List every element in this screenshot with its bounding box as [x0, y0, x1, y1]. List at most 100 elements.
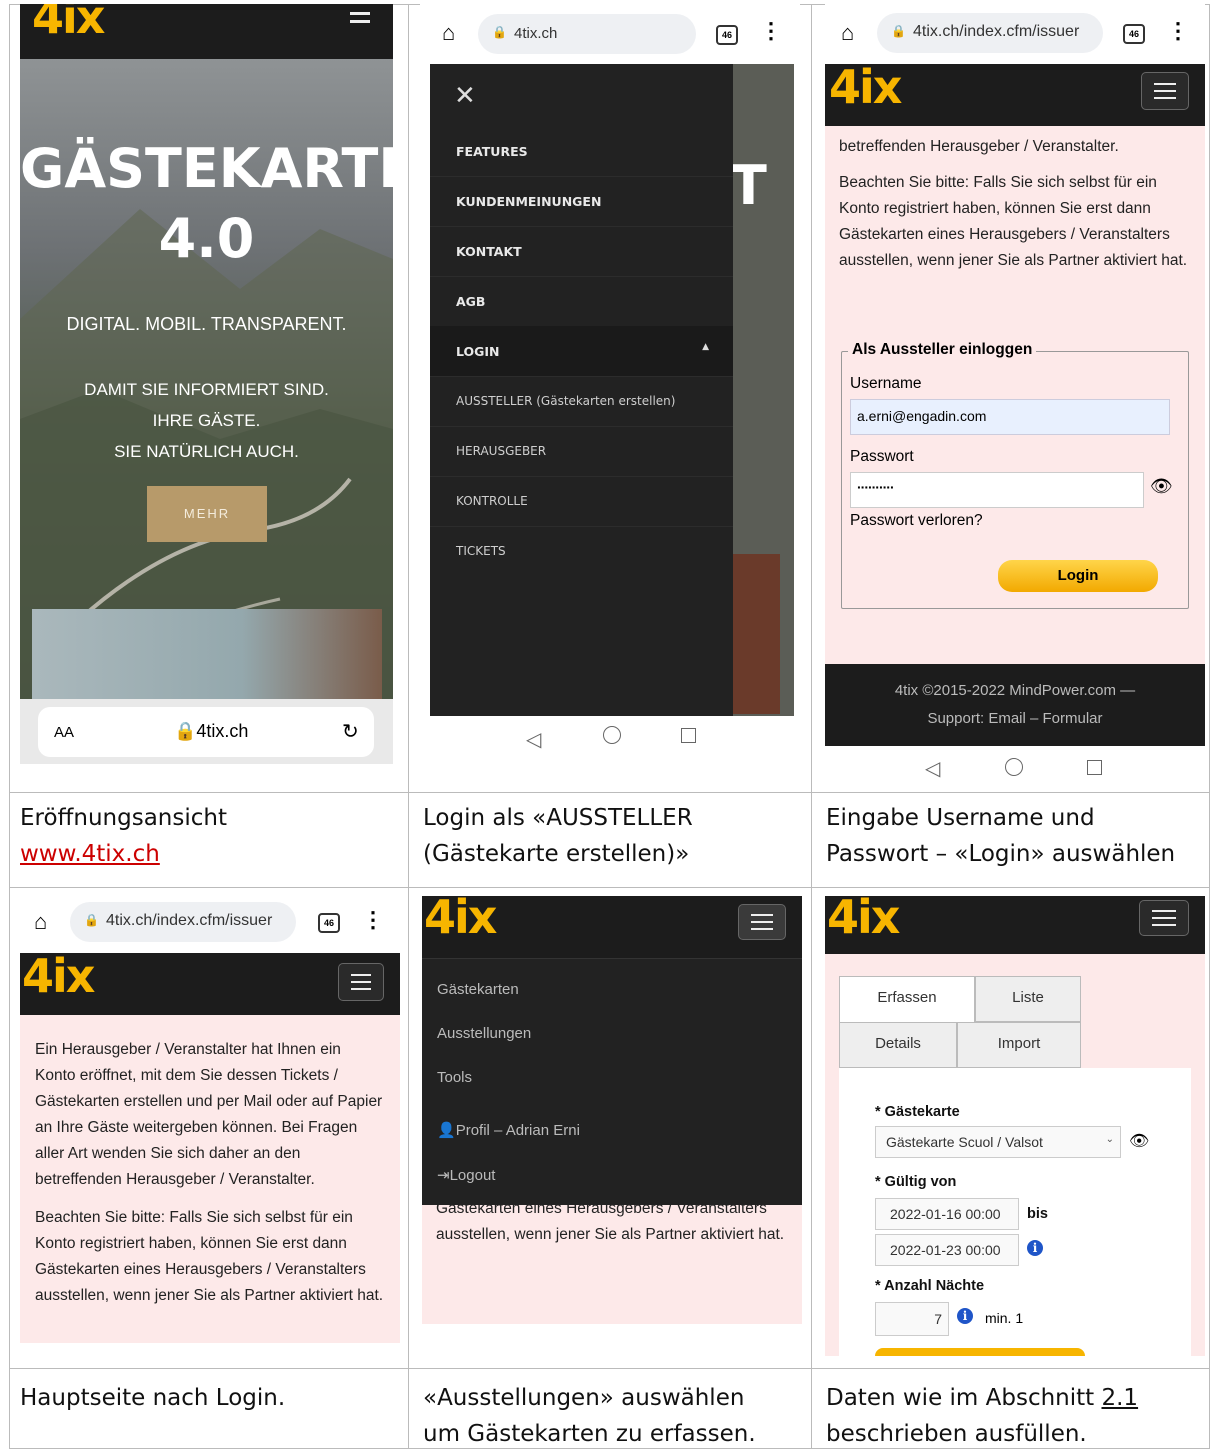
- info-icon[interactable]: i: [1027, 1240, 1043, 1256]
- tabs-count-icon[interactable]: 46: [716, 25, 738, 45]
- brand-logo[interactable]: 4ix: [424, 896, 497, 944]
- top-navbar: 4ix: [20, 4, 393, 59]
- home-icon[interactable]: ⌂: [442, 20, 455, 46]
- menu-item-features[interactable]: FEATURES: [430, 126, 733, 177]
- menu-item-ausstellungen[interactable]: Ausstellungen: [437, 1025, 531, 1042]
- password-input[interactable]: ··········: [850, 472, 1144, 508]
- valid-to-input[interactable]: 2022-01-23 00:00: [875, 1234, 1019, 1266]
- menu-item-profile[interactable]: 👤Profil – Adrian Erni: [437, 1121, 580, 1139]
- url-field[interactable]: 🔒 4tix.ch: [478, 14, 696, 54]
- top-navbar: 4ix: [20, 949, 400, 1015]
- menu-icon[interactable]: [350, 12, 370, 26]
- lock-icon: 🔒: [174, 721, 197, 741]
- row-divider: [9, 792, 1210, 793]
- menu-item-herausgeber[interactable]: HERAUSGEBER: [430, 426, 733, 477]
- username-input[interactable]: a.erni@engadin.com: [850, 399, 1170, 435]
- menu-item-aussteller[interactable]: AUSSTELLER (Gästekarten erstellen): [430, 376, 733, 427]
- menu-button[interactable]: [738, 904, 786, 940]
- gaestekarte-label: * Gästekarte: [875, 1104, 960, 1120]
- home-icon[interactable]: ⌂: [34, 909, 47, 935]
- login-fieldset: Als Aussteller einloggen Username a.erni…: [841, 341, 1189, 609]
- text-size-button[interactable]: AA: [54, 724, 74, 741]
- column-divider: [811, 4, 812, 1449]
- dropdown-menu: Gästekarten Ausstellungen Tools 👤Profil …: [422, 958, 802, 1205]
- chevron-up-icon: ▲: [702, 342, 709, 352]
- content-area: betreffenden Herausgeber / Veranstalter.…: [825, 126, 1205, 664]
- menu-item-kontakt[interactable]: KONTAKT: [430, 226, 733, 277]
- eye-icon[interactable]: 👁: [1150, 476, 1173, 497]
- url-display[interactable]: 🔒4tix.ch: [174, 721, 248, 742]
- login-button[interactable]: Login: [998, 560, 1158, 592]
- menu-item-login[interactable]: LOGIN ▲: [430, 326, 733, 377]
- tab-erfassen[interactable]: Erfassen: [839, 976, 975, 1022]
- menu-item-kundenmeinungen[interactable]: KUNDENMEINUNGEN: [430, 176, 733, 227]
- lock-icon: 🔒: [891, 24, 906, 38]
- valid-from-input[interactable]: 2022-01-16 00:00: [875, 1198, 1019, 1230]
- menu-item-agb[interactable]: AGB: [430, 276, 733, 327]
- android-nav-bar: ◁: [420, 719, 800, 774]
- content-area: Ein Herausgeber / Veranstalter hat Ihnen…: [20, 1015, 400, 1343]
- home-button-icon[interactable]: [603, 726, 621, 744]
- menu-button[interactable]: [338, 963, 384, 1001]
- safari-bottom-bar: AA 🔒4tix.ch ↻: [20, 699, 393, 764]
- back-icon[interactable]: ◁: [925, 756, 940, 781]
- info-icon[interactable]: i: [957, 1308, 973, 1324]
- caption-2: Login als «AUSSTELLER (Gästekarte erstel…: [423, 805, 693, 867]
- brand-logo[interactable]: 4ix: [22, 949, 95, 1003]
- close-icon[interactable]: ✕: [454, 80, 476, 111]
- menu-item-gaestekarten[interactable]: Gästekarten: [437, 981, 519, 998]
- nights-input[interactable]: 7: [875, 1302, 949, 1336]
- home-icon[interactable]: ⌂: [841, 20, 854, 46]
- site-link[interactable]: www.4tix.ch: [20, 841, 160, 867]
- menu-item-logout[interactable]: ⇥Logout: [437, 1166, 495, 1184]
- chevron-down-icon: ⌄: [1105, 1134, 1114, 1145]
- more-options-icon[interactable]: ⋮: [760, 18, 782, 44]
- more-button[interactable]: MEHR: [147, 486, 267, 542]
- gaestekarte-select[interactable]: Gästekarte Scuol / Valsot ⌄: [875, 1126, 1121, 1158]
- tab-details[interactable]: Details: [839, 1022, 957, 1068]
- menu-item-tickets[interactable]: TICKETS: [430, 526, 733, 576]
- login-legend: Als Aussteller einloggen: [848, 341, 1037, 359]
- hero-title: GÄSTEKARTE 4.0: [20, 137, 393, 270]
- eye-icon[interactable]: 👁: [1129, 1131, 1149, 1151]
- note-text: Gästekarten eines Herausgebers / Veranst…: [436, 1200, 785, 1243]
- menu-button[interactable]: [1139, 900, 1189, 936]
- username-label: Username: [850, 375, 922, 392]
- more-options-icon[interactable]: ⋮: [362, 907, 384, 933]
- tabs-count-icon[interactable]: 46: [318, 913, 340, 933]
- intro-text: Ein Herausgeber / Veranstalter hat Ihnen…: [35, 1041, 383, 1188]
- section-link[interactable]: 2.1: [1101, 1385, 1138, 1411]
- brand-logo[interactable]: 4ix: [32, 4, 105, 44]
- top-navbar: 4ix: [422, 896, 802, 958]
- screenshot-home: 4ix GÄSTEKARTE 4.0 DIGITAL. MOBIL. TRANS…: [20, 4, 393, 764]
- brand-logo[interactable]: 4ix: [829, 60, 902, 114]
- form-panel: * Gästekarte Gästekarte Scuol / Valsot ⌄…: [839, 1068, 1191, 1356]
- menu-item-kontrolle[interactable]: KONTROLLE: [430, 476, 733, 527]
- back-icon[interactable]: ◁: [526, 727, 541, 752]
- submit-button-partial[interactable]: [875, 1348, 1085, 1356]
- menu-button[interactable]: [1141, 72, 1189, 110]
- brand-logo[interactable]: 4ix: [827, 896, 900, 944]
- note-text: Beachten Sie bitte: Falls Sie sich selbs…: [839, 174, 1188, 269]
- url-field[interactable]: 🔒 4tix.ch/index.cfm/issuer: [70, 902, 296, 942]
- recents-icon[interactable]: [681, 728, 696, 743]
- tabs-count-icon[interactable]: 46: [1123, 24, 1145, 44]
- footer: 4tix ©2015-2022 MindPower.com — Support:…: [825, 664, 1205, 746]
- caption-6: Daten wie im Abschnitt 2.1 beschrieben a…: [826, 1385, 1139, 1447]
- hero-tagline: DIGITAL. MOBIL. TRANSPARENT.: [66, 314, 347, 334]
- browser-bar: ⌂ 🔒 4tix.ch/index.cfm/issuer 46 ⋮: [20, 893, 400, 951]
- nights-min-text: min. 1: [985, 1310, 1024, 1326]
- recents-icon[interactable]: [1087, 760, 1102, 775]
- browser-bar: ⌂ 🔒 4tix.ch 46 ⋮: [420, 4, 800, 62]
- lock-icon: 🔒: [492, 25, 507, 39]
- menu-item-tools[interactable]: Tools: [437, 1069, 472, 1086]
- more-options-icon[interactable]: ⋮: [1167, 18, 1189, 44]
- forgot-password-link[interactable]: Passwort verloren?: [850, 512, 983, 530]
- home-button-icon[interactable]: [1005, 758, 1023, 776]
- caption-4: Hauptseite nach Login.: [20, 1385, 286, 1411]
- url-field[interactable]: 🔒 4tix.ch/index.cfm/issuer: [877, 13, 1103, 53]
- reload-icon[interactable]: ↻: [342, 719, 359, 744]
- tab-import[interactable]: Import: [957, 1022, 1081, 1068]
- caption-5: «Ausstellungen» auswählen um Gästekarten…: [423, 1385, 756, 1447]
- tab-liste[interactable]: Liste: [975, 976, 1081, 1022]
